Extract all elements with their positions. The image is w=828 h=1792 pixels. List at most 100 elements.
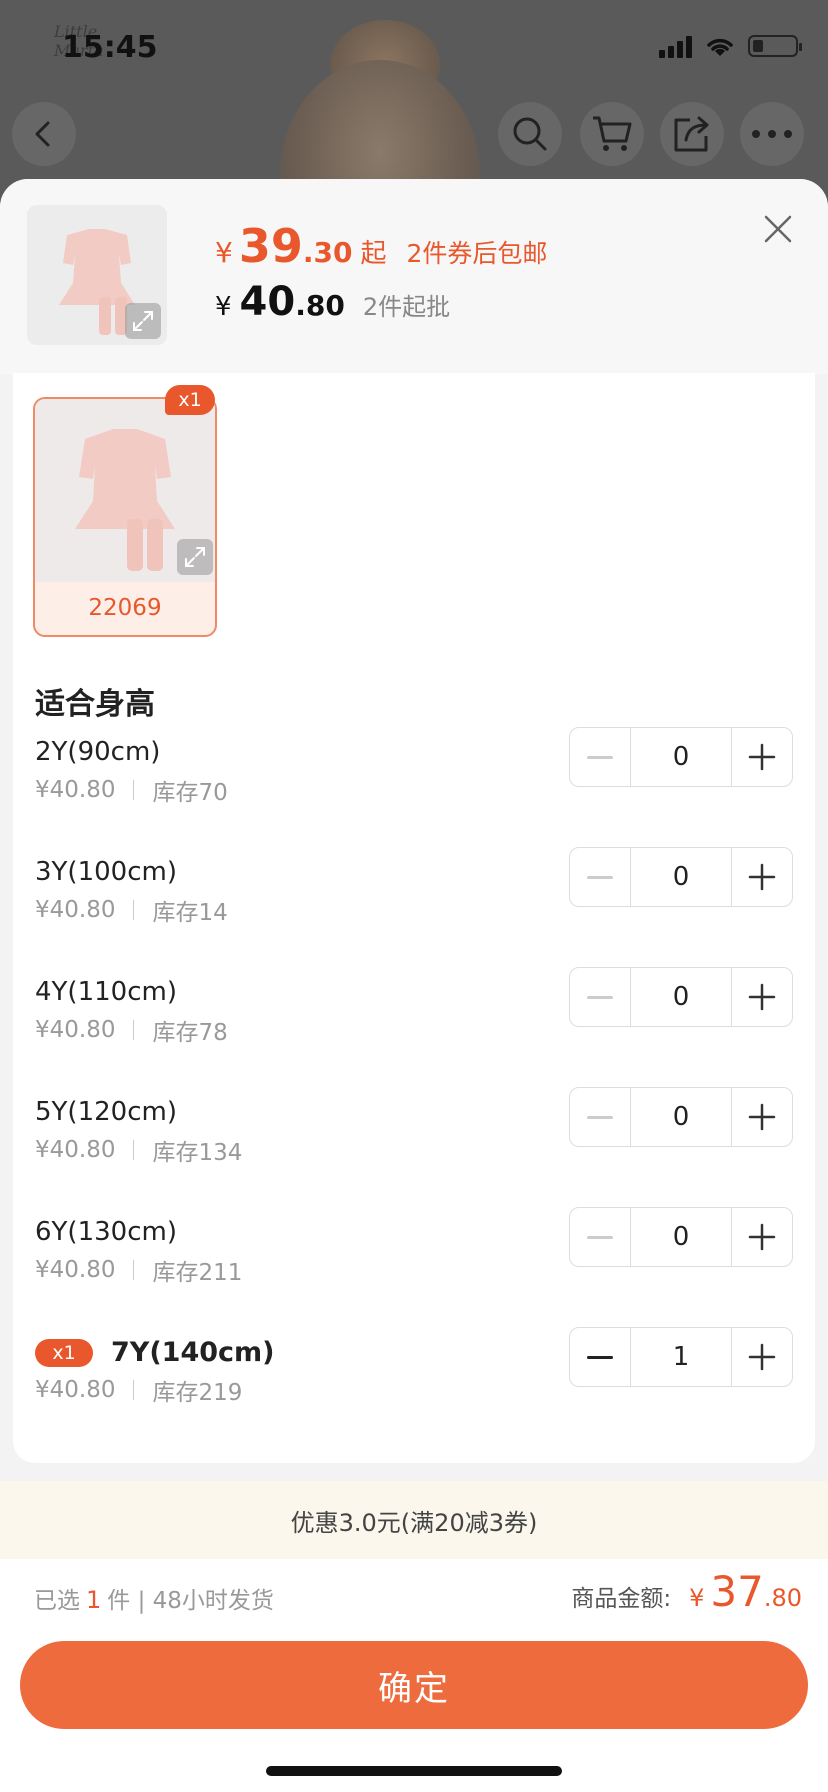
decrease-button[interactable]	[570, 968, 630, 1026]
quantity-value[interactable]: 0	[630, 848, 732, 906]
wifi-icon	[707, 38, 733, 56]
promo-text: 2件券后包邮	[406, 239, 548, 268]
quantity-stepper: 0	[569, 847, 793, 907]
share-icon	[674, 116, 709, 152]
order-summary: 已选 1 件 | 48小时发货 商品金额: ¥ 37 .80	[0, 1559, 828, 1627]
quantity-stepper: 0	[569, 727, 793, 787]
expand-variant-button[interactable]	[177, 539, 213, 575]
quantity-value[interactable]: 0	[630, 968, 732, 1026]
price-decimal: .80	[295, 289, 345, 322]
selected-count: 1	[86, 1586, 102, 1614]
minus-icon	[587, 1355, 613, 1359]
variant-label: 22069	[88, 595, 162, 621]
selected-suffix: 件 | 48小时发货	[107, 1588, 274, 1614]
search-button[interactable]	[498, 102, 562, 166]
size-meta: ¥40.80 库存211	[35, 1253, 242, 1287]
sheet-header: ¥ 39 .30 起 2件券后包邮 ¥ 40 .80 2件起批	[0, 179, 828, 374]
min-quantity-text: 2件起批	[362, 293, 451, 321]
status-icons	[659, 34, 802, 58]
sku-panel: 22069 x1 适合身高 2Y(90cm) ¥40.80 库存70 0 3Y(1…	[13, 373, 815, 1463]
price-decimal: .30	[302, 236, 353, 269]
increase-button[interactable]	[732, 1208, 792, 1266]
size-count-badge: x1	[35, 1339, 93, 1367]
variant-option[interactable]: 22069	[33, 397, 217, 637]
size-row-selected: x1 7Y(140cm) ¥40.80 库存219 1	[13, 1327, 815, 1437]
plus-icon	[748, 743, 776, 771]
expand-icon	[133, 311, 153, 331]
decrease-button[interactable]	[570, 1088, 630, 1146]
size-stock: 库存211	[152, 1260, 243, 1286]
confirm-button[interactable]: 确定	[20, 1641, 808, 1729]
quantity-stepper: 0	[569, 967, 793, 1027]
size-meta: ¥40.80 库存70	[35, 773, 228, 807]
size-price: ¥40.80	[35, 1017, 116, 1043]
more-button[interactable]	[740, 102, 804, 166]
wholesale-price: ¥ 40 .80 2件起批	[215, 279, 450, 325]
size-meta: ¥40.80 库存14	[35, 893, 228, 927]
increase-button[interactable]	[732, 848, 792, 906]
back-button[interactable]	[12, 102, 76, 166]
increase-button[interactable]	[732, 728, 792, 786]
expand-icon	[185, 547, 205, 567]
increase-button[interactable]	[732, 1328, 792, 1386]
variant-count-badge: x1	[165, 385, 215, 415]
size-meta: ¥40.80 库存219	[35, 1373, 242, 1407]
expand-thumbnail-button[interactable]	[125, 303, 161, 339]
decrease-button[interactable]	[570, 848, 630, 906]
plus-icon	[748, 1343, 776, 1371]
decrease-button[interactable]	[570, 728, 630, 786]
price-integer: 40	[239, 279, 296, 325]
quantity-value[interactable]: 0	[630, 728, 732, 786]
plus-icon	[748, 863, 776, 891]
decrease-button[interactable]	[570, 1208, 630, 1266]
selected-prefix: 已选	[34, 1588, 80, 1614]
size-name: 3Y(100cm)	[35, 857, 177, 887]
coupon-price: ¥ 39 .30 起 2件券后包邮	[215, 219, 547, 273]
total-label: 商品金额:	[571, 1586, 672, 1612]
increase-button[interactable]	[732, 968, 792, 1026]
selected-info: 已选 1 件 | 48小时发货	[34, 1581, 274, 1615]
product-thumbnail[interactable]	[27, 205, 167, 345]
minus-icon	[587, 755, 613, 759]
size-stock: 库存78	[152, 1020, 228, 1046]
price-integer: 39	[238, 219, 303, 273]
size-stock: 库存134	[152, 1140, 243, 1166]
price-symbol: ¥	[215, 292, 232, 322]
plus-icon	[748, 1103, 776, 1131]
total-decimal: .80	[763, 1584, 802, 1612]
size-name: 4Y(110cm)	[35, 977, 177, 1007]
size-price: ¥40.80	[35, 1377, 116, 1403]
plus-icon	[748, 1223, 776, 1251]
coupon-info-bar[interactable]: 优惠3.0元(满20减3券)	[0, 1481, 828, 1559]
back-icon	[35, 121, 50, 147]
size-meta: ¥40.80 库存78	[35, 1013, 228, 1047]
price-symbol: ¥	[215, 236, 233, 269]
sku-sheet: ¥ 39 .30 起 2件券后包邮 ¥ 40 .80 2件起批 22069 x1…	[0, 179, 828, 1792]
quantity-value[interactable]: 1	[630, 1328, 732, 1386]
size-name: 5Y(120cm)	[35, 1097, 177, 1127]
quantity-value[interactable]: 0	[630, 1208, 732, 1266]
cart-button[interactable]	[580, 102, 644, 166]
total-symbol: ¥	[689, 1584, 705, 1612]
size-price: ¥40.80	[35, 777, 116, 803]
size-price: ¥40.80	[35, 1137, 116, 1163]
total-amount: 商品金额: ¥ 37 .80	[571, 1567, 802, 1616]
total-integer: 37	[710, 1567, 764, 1616]
increase-button[interactable]	[732, 1088, 792, 1146]
size-stock: 库存219	[152, 1380, 243, 1406]
size-row: 3Y(100cm) ¥40.80 库存14 0	[13, 847, 815, 957]
status-time: 15:45	[62, 30, 158, 65]
minus-icon	[587, 995, 613, 999]
size-stock: 库存14	[152, 900, 228, 926]
size-name: 2Y(90cm)	[35, 737, 161, 767]
home-indicator[interactable]	[266, 1766, 562, 1776]
quantity-value[interactable]: 0	[630, 1088, 732, 1146]
price-suffix: 起	[360, 239, 387, 269]
close-icon[interactable]	[758, 209, 798, 249]
size-row: 2Y(90cm) ¥40.80 库存70 0	[13, 727, 815, 837]
minus-icon	[587, 1115, 613, 1119]
share-button[interactable]	[660, 102, 724, 166]
size-name: 6Y(130cm)	[35, 1217, 177, 1247]
size-name: 7Y(140cm)	[111, 1337, 275, 1368]
decrease-button[interactable]	[570, 1328, 630, 1386]
